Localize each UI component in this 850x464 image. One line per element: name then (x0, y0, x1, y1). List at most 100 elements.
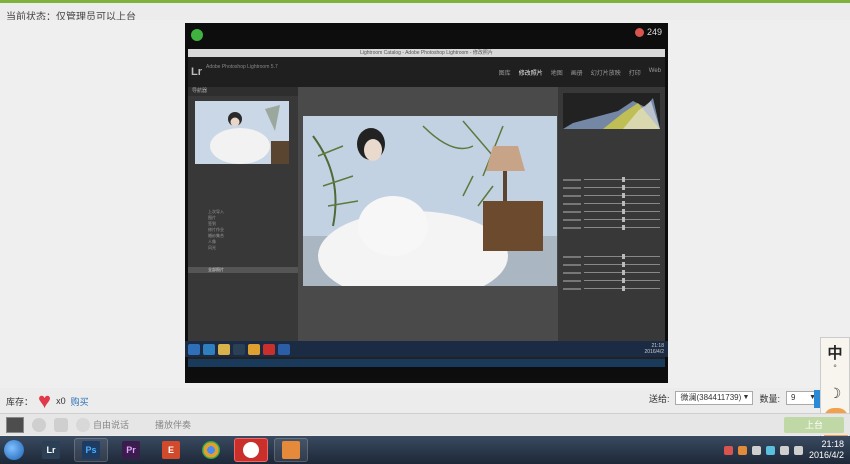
start-button[interactable] (0, 436, 28, 464)
taskbar-app-yy-users[interactable] (274, 438, 308, 462)
e-app-icon: E (162, 441, 180, 459)
streamer-clock: 21:18 2016/4/2 (645, 343, 664, 355)
refresh-icon (76, 417, 90, 432)
windows-logo-icon (4, 440, 24, 460)
tray-app-icon[interactable] (751, 445, 761, 455)
free-talk-button[interactable]: 自由说话 (76, 417, 130, 432)
folder-icon (218, 343, 230, 355)
chevron-down-icon: ▼ (742, 394, 750, 401)
ime-dots: ° (833, 363, 837, 373)
record-icon (243, 442, 259, 458)
lightroom-left-panel: 导航器 上次导入 图片 签到 修片作业 婚纱集合 人像 风光 全部照片 (188, 87, 298, 349)
app-icon (248, 343, 260, 355)
lightroom-image-area (298, 87, 558, 349)
lr-module-web: Web (648, 68, 661, 74)
develop-slider (563, 176, 660, 183)
tray-app-icon[interactable] (765, 445, 775, 455)
develop-slider (563, 285, 660, 292)
stock-label: 库存： (6, 396, 34, 407)
viewer-count: 249 (634, 27, 662, 37)
develop-slider (563, 253, 660, 260)
gift-recipient-select[interactable]: 微澜(384411739) ▼ (675, 391, 754, 405)
voice-mode-icon[interactable] (6, 416, 24, 433)
moon-icon: ☽ (828, 385, 842, 401)
navigator-header: 导航器 (188, 87, 298, 96)
taskbar-clock-date: 2016/4/2 (808, 450, 844, 460)
volume-icon[interactable] (793, 445, 803, 455)
lightroom-logo: Lr (191, 66, 202, 78)
ime-mode-label: 中 (827, 345, 843, 362)
lr-module-develop: 修改照片 (518, 71, 543, 77)
heart-icon[interactable]: ♥ (38, 390, 51, 412)
live-indicator-icon (191, 29, 203, 41)
lightroom-header: Lr Adobe Photoshop Lightroom 5.7 图库 修改照片… (188, 57, 665, 87)
lr-module-print: 打印 (628, 71, 641, 77)
taskbar-app-chrome[interactable] (194, 438, 228, 462)
lightroom-window: Lightroom Catalog - Adobe Photoshop Ligh… (188, 49, 665, 367)
tray-app-icon[interactable] (723, 445, 733, 455)
gift-row: 送给: 微澜(384411739) ▼ 数量: 9 ▼ (649, 391, 820, 405)
viewer-count-icon (634, 27, 644, 37)
speaker-icon (54, 417, 68, 432)
taskbar-app-photoshop[interactable]: Ps (74, 438, 108, 462)
gift-recipient-value: 微澜(384411739) (680, 393, 742, 402)
gift-qty-label: 数量: (759, 393, 780, 404)
streamer-clock-date: 2016/4/2 (644, 349, 664, 355)
lightroom-icon (233, 343, 245, 355)
lightroom-module-picker: 图库 修改照片 地图 画册 幻灯片放映 打印 Web (499, 68, 661, 77)
taskbar-clock-time: 21:18 (821, 439, 844, 449)
buy-link[interactable]: 购买 (71, 395, 89, 408)
lightroom-icon: Lr (42, 441, 60, 459)
top-accent-bar (0, 0, 850, 3)
collection-item-selected: 全部照片 (188, 267, 298, 273)
play-accompaniment-button[interactable]: 播放伴奏 (155, 418, 191, 431)
video-stream[interactable]: 249 Lightroom Catalog - Adobe Photoshop … (185, 23, 668, 383)
windows-taskbar: Lr Ps Pr E 21:18 2016/4/2 (0, 436, 850, 464)
onstage-button[interactable]: 上台 (784, 417, 844, 433)
mic-control[interactable] (32, 417, 46, 432)
photoshop-icon: Ps (82, 441, 100, 459)
gift-to-label: 送给: (648, 393, 670, 404)
speaker-control[interactable] (54, 417, 68, 432)
develop-slider (563, 261, 660, 268)
taskbar-clock[interactable]: 21:18 2016/4/2 (809, 439, 844, 461)
develop-slider (563, 200, 660, 207)
taskbar-app-premiere[interactable]: Pr (114, 438, 148, 462)
taskbar-app-e[interactable]: E (154, 438, 188, 462)
chrome-icon (202, 441, 220, 459)
taskbar-app-lightroom[interactable]: Lr (34, 438, 68, 462)
streamer-start-icon (188, 343, 200, 355)
bride-photo (303, 116, 557, 286)
stock-row: 库存： ♥ x0 购买 (6, 390, 89, 412)
develop-slider (563, 269, 660, 276)
viewer-count-value: 249 (646, 27, 662, 37)
develop-slider (563, 224, 660, 231)
navigator-thumbnail (195, 101, 289, 164)
lr-module-library: 图库 (498, 71, 511, 77)
record-icon (263, 343, 275, 355)
network-icon[interactable] (779, 445, 789, 455)
histogram-graph (563, 98, 660, 129)
lr-module-slideshow: 幻灯片放映 (590, 71, 621, 77)
system-tray (723, 445, 803, 455)
histogram (563, 93, 660, 129)
lightroom-titlebar: Lightroom Catalog - Adobe Photoshop Ligh… (188, 49, 665, 57)
lightroom-right-panel (558, 87, 665, 349)
lr-module-book: 画册 (570, 71, 583, 77)
play-accompaniment-label: 播放伴奏 (155, 420, 192, 430)
develop-slider (563, 192, 660, 199)
ie-icon (203, 343, 215, 355)
streamer-taskbar: 21:18 2016/4/2 (185, 341, 668, 357)
taskbar-app-yy-record[interactable] (234, 438, 268, 462)
users-icon (282, 441, 300, 459)
stock-count: x0 (56, 396, 66, 406)
premiere-icon: Pr (122, 441, 140, 459)
lr-module-map: 地图 (550, 71, 563, 77)
tray-app-icon[interactable] (737, 445, 747, 455)
develop-slider (563, 184, 660, 191)
gift-qty-value: 9 (791, 393, 796, 402)
lightroom-app-name: Adobe Photoshop Lightroom 5.7 (206, 64, 278, 70)
navigator-preview (195, 101, 289, 164)
free-talk-label: 自由说话 (93, 420, 130, 430)
develop-photo (303, 116, 557, 286)
